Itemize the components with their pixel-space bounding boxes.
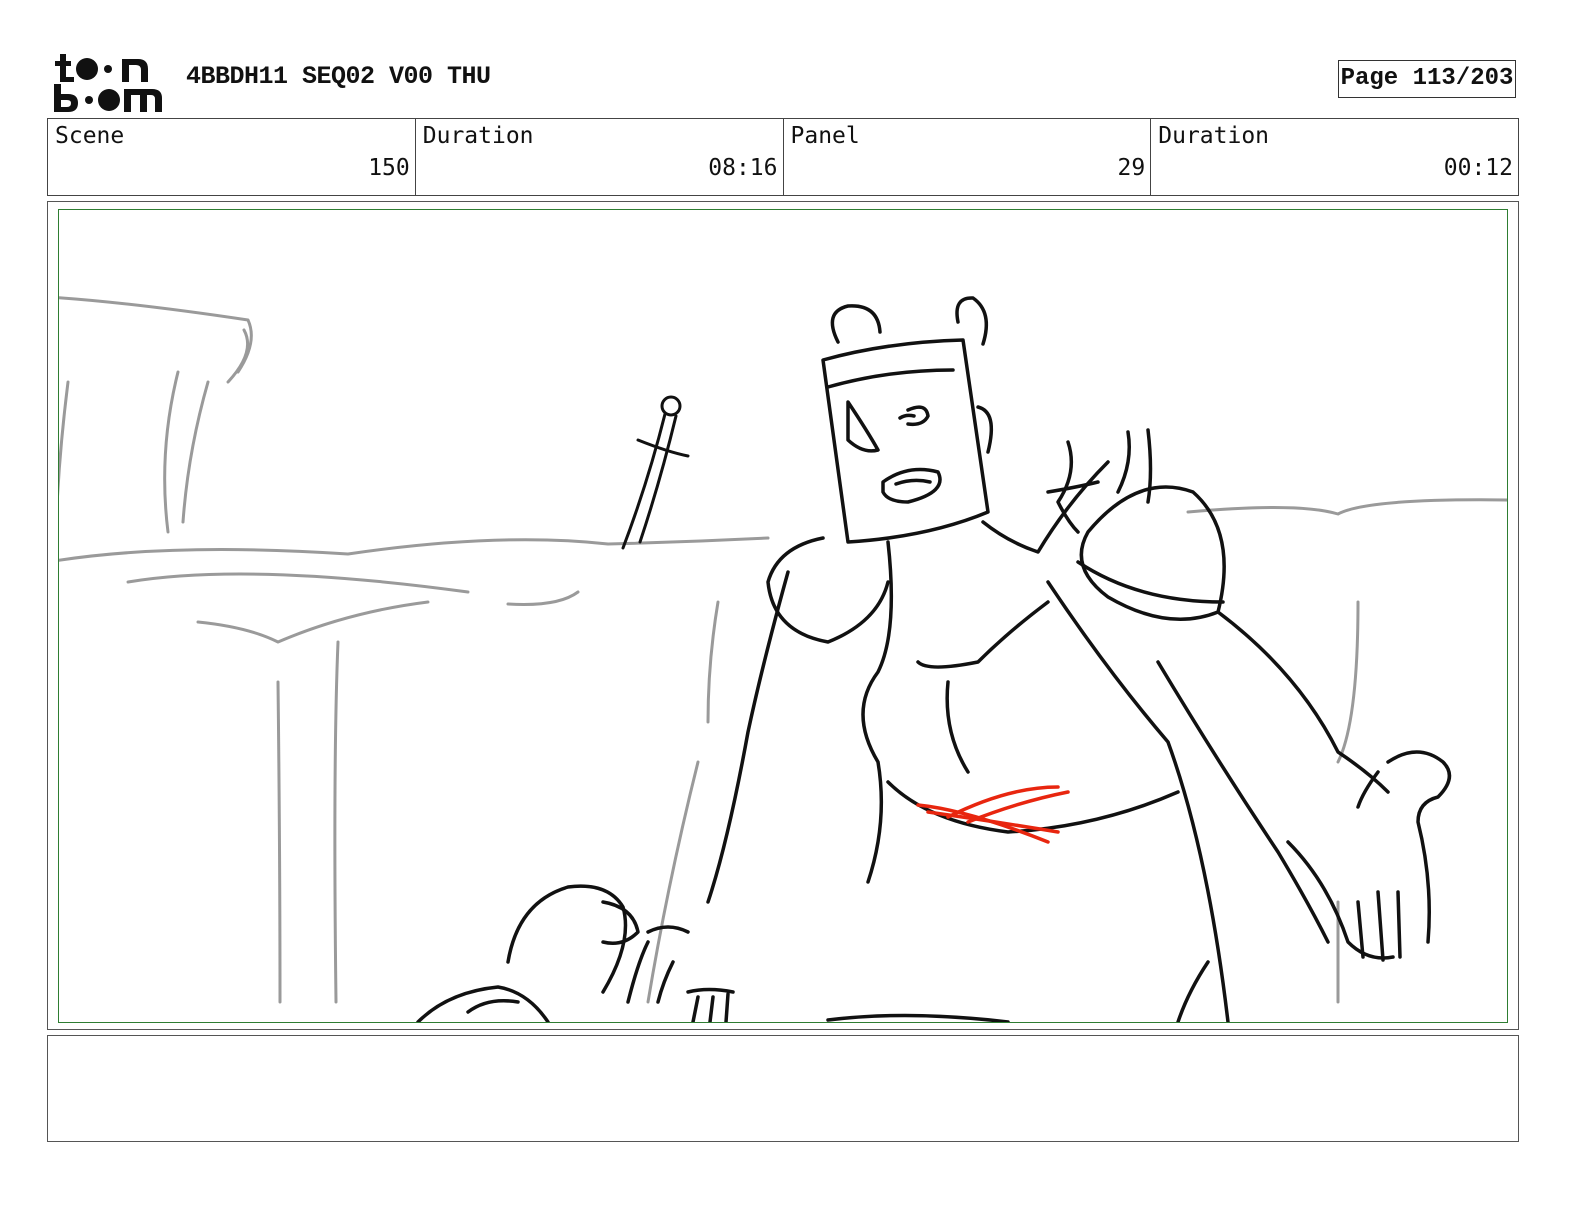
character-sketch (626, 296, 1452, 1022)
red-accent-mark (916, 785, 1070, 844)
toon-boom-logo-icon (54, 54, 162, 112)
scene-cell: Scene 150 (48, 119, 416, 195)
storyboard-panel-image (58, 209, 1508, 1023)
scene-value: 150 (368, 155, 410, 181)
scene-label: Scene (55, 123, 125, 149)
scene-duration-label: Duration (422, 123, 534, 149)
panel-info-table: Scene 150 Duration 08:16 Panel 29 Durati… (47, 118, 1519, 196)
storyboard-sketch (59, 296, 1507, 1022)
scene-duration-value: 08:16 (708, 155, 778, 181)
toon-boom-logo (52, 52, 164, 114)
sword-sketch (621, 395, 690, 550)
panel-label: Panel (790, 123, 860, 149)
panel-duration-cell: Duration 00:12 (1151, 119, 1518, 195)
panel-cell: Panel 29 (784, 119, 1152, 195)
project-title: 4BBDH11 SEQ02 V00 THU (186, 62, 491, 91)
small-character-sketch (416, 884, 640, 1022)
panel-value: 29 (1117, 155, 1146, 181)
panel-duration-value: 00:12 (1443, 155, 1513, 181)
dialogue-notes-box (47, 1035, 1519, 1142)
background-sketch (59, 296, 1507, 1004)
page-indicator: Page 113/203 (1338, 60, 1516, 98)
scene-duration-cell: Duration 08:16 (416, 119, 784, 195)
panel-duration-label: Duration (1158, 123, 1270, 149)
